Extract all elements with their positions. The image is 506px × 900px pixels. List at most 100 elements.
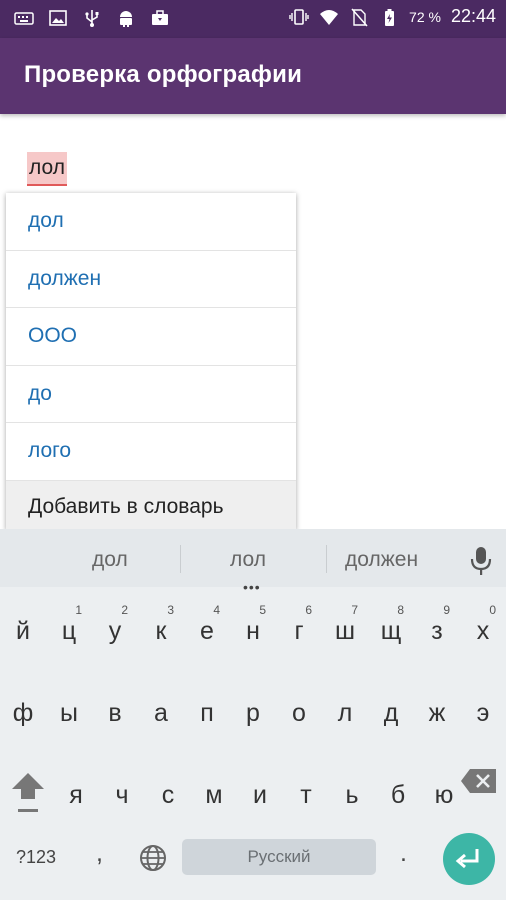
key-ф[interactable]: ф bbox=[0, 679, 46, 739]
battery-percent: 72 % bbox=[409, 8, 441, 25]
soft-keyboard: дол лол ••• должен й1ц2у3к4е5н6г7ш8щ9з0х… bbox=[0, 529, 506, 900]
key-label: б bbox=[390, 781, 406, 809]
key-hint: 9 bbox=[443, 603, 450, 617]
key-hint: 0 bbox=[489, 603, 496, 617]
key-ж[interactable]: ж bbox=[414, 679, 460, 739]
clock: 22:44 bbox=[450, 6, 496, 26]
app-bar: Проверка орфографии bbox=[0, 38, 506, 114]
key-label: д bbox=[383, 699, 399, 727]
key-label: с bbox=[161, 781, 175, 809]
key-label: к bbox=[155, 617, 167, 645]
key-hint: 6 bbox=[305, 603, 312, 617]
keyboard-suggestion-strip: дол лол ••• должен bbox=[0, 529, 506, 595]
battery-icon bbox=[385, 8, 395, 26]
key-label: ч bbox=[115, 781, 129, 809]
page-title: Проверка орфографии bbox=[24, 61, 303, 88]
key-п[interactable]: п bbox=[184, 679, 230, 739]
key-я[interactable]: я bbox=[53, 761, 99, 821]
keyboard-suggestion-left[interactable]: дол bbox=[92, 548, 128, 572]
key-label: з bbox=[431, 617, 443, 645]
suggestion-item[interactable]: дол bbox=[6, 193, 296, 251]
key-р[interactable]: р bbox=[230, 679, 276, 739]
key-label: ц bbox=[61, 617, 77, 645]
briefcase-icon bbox=[152, 10, 168, 25]
keyboard-suggestion-right[interactable]: должен bbox=[345, 548, 418, 572]
enter-button[interactable] bbox=[443, 833, 495, 885]
key-hint: 3 bbox=[167, 603, 174, 617]
suggestion-divider bbox=[180, 545, 181, 573]
key-н[interactable]: 5н bbox=[230, 597, 276, 657]
suggestion-item[interactable]: лого bbox=[6, 423, 296, 481]
suggestion-item[interactable]: должен bbox=[6, 251, 296, 308]
key-в[interactable]: в bbox=[92, 679, 138, 739]
shift-key-icon[interactable] bbox=[10, 769, 46, 819]
misspelled-word[interactable]: лол bbox=[27, 152, 67, 186]
key-label: о bbox=[292, 699, 306, 727]
key-у[interactable]: 2у bbox=[92, 597, 138, 657]
key-label: т bbox=[300, 781, 312, 809]
key-щ[interactable]: 8щ bbox=[368, 597, 414, 657]
keyboard-suggestion-center[interactable]: лол bbox=[230, 548, 266, 572]
key-л[interactable]: л bbox=[322, 679, 368, 739]
key-к[interactable]: 3к bbox=[138, 597, 184, 657]
image-icon bbox=[49, 10, 67, 26]
key-з[interactable]: 9з bbox=[414, 597, 460, 657]
key-а[interactable]: а bbox=[138, 679, 184, 739]
vibrate-icon bbox=[289, 8, 309, 25]
key-label: у bbox=[108, 617, 122, 645]
key-с[interactable]: с bbox=[145, 761, 191, 821]
key-б[interactable]: б bbox=[375, 761, 421, 821]
key-э[interactable]: э bbox=[460, 679, 506, 739]
key-label: е bbox=[200, 617, 214, 645]
key-о[interactable]: о bbox=[276, 679, 322, 739]
key-label: и bbox=[253, 781, 267, 809]
symbols-key[interactable]: ?123 bbox=[16, 847, 56, 868]
key-ы[interactable]: ы bbox=[46, 679, 92, 739]
key-label: я bbox=[69, 781, 83, 809]
key-г[interactable]: 6г bbox=[276, 597, 322, 657]
status-bar-left-icons bbox=[14, 8, 170, 28]
key-е[interactable]: 4е bbox=[184, 597, 230, 657]
key-label: э bbox=[476, 699, 490, 727]
more-suggestions-dots[interactable]: ••• bbox=[243, 579, 261, 595]
key-ц[interactable]: 1ц bbox=[46, 597, 92, 657]
key-label: ь bbox=[345, 781, 359, 809]
backspace-key-icon[interactable] bbox=[460, 766, 498, 796]
key-и[interactable]: и bbox=[237, 761, 283, 821]
key-label: х bbox=[476, 617, 490, 645]
usb-icon bbox=[85, 10, 99, 27]
key-hint: 8 bbox=[397, 603, 404, 617]
suggestion-item[interactable]: ООО bbox=[6, 308, 296, 366]
period-key[interactable]: . bbox=[400, 839, 407, 868]
key-label: н bbox=[246, 617, 260, 645]
key-д[interactable]: д bbox=[368, 679, 414, 739]
key-label: а bbox=[154, 699, 168, 727]
globe-icon[interactable] bbox=[138, 843, 168, 873]
microphone-icon[interactable] bbox=[468, 546, 494, 576]
key-label: л bbox=[337, 699, 353, 727]
add-to-dictionary-button[interactable]: Добавить в словарь bbox=[6, 480, 296, 530]
key-й[interactable]: й bbox=[0, 597, 46, 657]
key-ч[interactable]: ч bbox=[99, 761, 145, 821]
key-label: ш bbox=[334, 617, 356, 645]
space-bar[interactable]: Русский bbox=[182, 839, 376, 875]
key-label: м bbox=[205, 781, 223, 809]
key-label: й bbox=[16, 617, 30, 645]
key-м[interactable]: м bbox=[191, 761, 237, 821]
wifi-icon bbox=[320, 9, 339, 25]
key-hint: 4 bbox=[213, 603, 220, 617]
suggestion-item[interactable]: до bbox=[6, 366, 296, 423]
no-sim-icon bbox=[351, 8, 368, 26]
key-ь[interactable]: ь bbox=[329, 761, 375, 821]
key-label: в bbox=[108, 699, 122, 727]
key-т[interactable]: т bbox=[283, 761, 329, 821]
comma-key[interactable]: , bbox=[96, 839, 103, 868]
key-hint: 7 bbox=[351, 603, 358, 617]
key-ш[interactable]: 7ш bbox=[322, 597, 368, 657]
android-icon bbox=[120, 11, 132, 27]
key-label: ф bbox=[12, 699, 34, 727]
key-hint: 5 bbox=[259, 603, 266, 617]
enter-arrow-icon bbox=[455, 849, 479, 869]
key-х[interactable]: 0х bbox=[460, 597, 506, 657]
status-bar: 72 % 22:44 bbox=[0, 0, 506, 38]
